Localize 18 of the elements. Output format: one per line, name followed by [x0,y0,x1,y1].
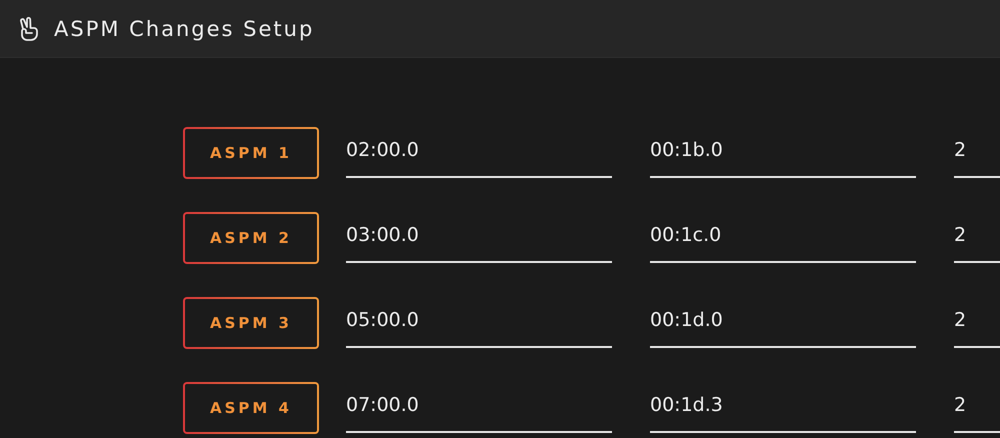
input-field[interactable]: 2 [954,219,1000,263]
input-field[interactable]: 03:00.0 [346,219,612,263]
input-field[interactable]: 00:1d.0 [650,304,916,348]
input-field[interactable]: 2 [954,389,1000,433]
input-field[interactable]: 00:1d.3 [650,389,916,433]
input-field[interactable]: 07:00.0 [346,389,612,433]
input-field[interactable]: 05:00.0 [346,304,612,348]
input-field[interactable]: 02:00.0 [346,134,612,178]
input-field[interactable]: 00:1c.0 [650,219,916,263]
hand-icon [18,16,40,40]
page-title: ASPM Changes Setup [54,16,314,40]
aspm-button[interactable]: ASPM 4 [183,382,319,434]
aspm-button[interactable]: ASPM 3 [183,297,319,349]
input-field[interactable]: 00:1b.0 [650,134,916,178]
aspm-button[interactable]: ASPM 1 [183,127,319,179]
aspm-button[interactable]: ASPM 2 [183,212,319,264]
input-field[interactable]: 2 [954,134,1000,178]
input-field[interactable]: 2 [954,304,1000,348]
